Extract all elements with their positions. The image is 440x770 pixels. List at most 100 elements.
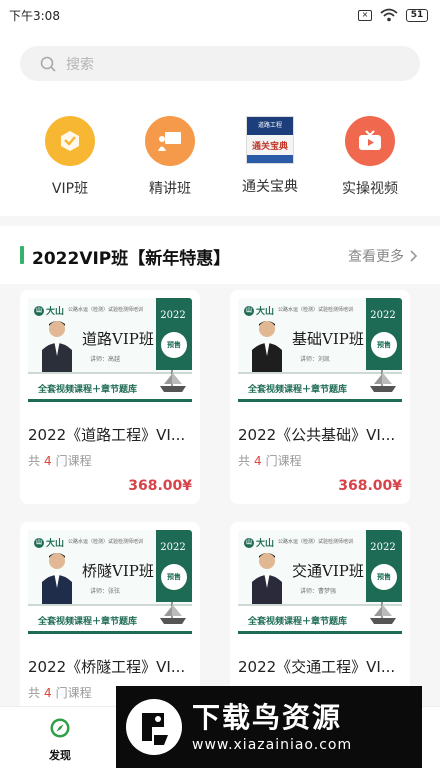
count-suffix: 门课程 [265, 454, 302, 468]
course-count: 共 4 门课程 [28, 684, 92, 701]
section-accent-bar [20, 246, 24, 264]
wifi-icon [380, 8, 398, 22]
banner-year: 2022 [160, 542, 186, 553]
status-time: 下午3:08 [9, 8, 60, 23]
ship-illustration [370, 370, 396, 392]
course-banner: 山大山 公路水运（检测）试验检测师培训 2022 预售 道路VIP班 讲师：高越… [28, 298, 192, 406]
brand-logo-mark: 山 [34, 537, 44, 548]
section-header: 2022VIP班【新年特惠】 查看更多 [0, 238, 440, 274]
banner-slogan: 全套视频课程＋章节题库 [248, 617, 348, 627]
teacher-photo [42, 321, 72, 372]
banner-strip: 全套视频课程＋章节题库 [28, 602, 192, 638]
teacher-photo [252, 553, 282, 604]
presale-badge: 预售 [161, 332, 187, 358]
search-placeholder: 搜索 [66, 56, 94, 73]
course-title: 2022《交通工程》VI... [238, 658, 396, 676]
section-title: 2022VIP班【新年特惠】 [32, 249, 231, 269]
presale-badge: 预售 [371, 564, 397, 590]
nav-vip-label: VIP班 [51, 181, 89, 197]
course-count: 共 4 门课程 [238, 452, 302, 469]
course-card[interactable]: 山大山 公路水运（检测）试验检测师培训 2022 预售 道路VIP班 讲师：高越… [20, 290, 200, 504]
chevron-right-icon [410, 250, 418, 262]
count-suffix: 门课程 [55, 454, 92, 468]
course-price: 368.00¥ [128, 478, 192, 494]
banner-title: 桥隧VIP班 [82, 562, 154, 580]
banner-slogan: 全套视频课程＋章节题库 [38, 617, 138, 627]
teacher-photo [252, 321, 282, 372]
video-play-icon [345, 116, 395, 166]
banner-title: 道路VIP班 [82, 330, 154, 348]
ship-illustration [370, 602, 396, 624]
count-prefix: 共 [238, 454, 251, 468]
watermark-texts: 下载鸟资源 www.xiazainiao.com [192, 701, 352, 753]
nav-intensive-class[interactable]: 精讲班 [120, 116, 220, 198]
nav-intensive-label: 精讲班 [149, 181, 191, 197]
status-bar: 下午3:08 × 51 [0, 0, 440, 30]
banner-teacher: 讲师：刘凯 [300, 356, 331, 363]
course-title: 2022《桥隧工程》VI... [28, 658, 186, 676]
banner-baseline [238, 399, 402, 402]
banner-title: 基础VIP班 [292, 330, 364, 348]
banner-subtitle: 公路水运（检测）试验检测师培训 [278, 539, 354, 545]
book-cover-top: 道路工程 [247, 117, 293, 135]
banner-strip: 全套视频课程＋章节题库 [28, 370, 192, 406]
course-card[interactable]: 山大山 公路水运（检测）试验检测师培训 2022 预售 基础VIP班 讲师：刘凯… [230, 290, 410, 504]
banner-baseline [28, 631, 192, 634]
course-title: 2022《道路工程》VI... [28, 426, 186, 444]
presale-badge: 预售 [371, 332, 397, 358]
vip-badge-icon [45, 116, 95, 166]
banner-subtitle: 公路水运（检测）试验检测师培训 [278, 307, 354, 313]
brand-logo-mark: 山 [244, 305, 254, 316]
watermark-title: 下载鸟资源 [192, 701, 343, 734]
teacher-board-icon [145, 116, 195, 166]
nav-practice-video[interactable]: 实操视频 [320, 116, 420, 198]
nav-guide-label: 通关宝典 [242, 179, 298, 195]
banner-slogan: 全套视频课程＋章节题库 [38, 385, 138, 395]
book-cover-strip [247, 155, 293, 163]
count-prefix: 共 [28, 686, 41, 700]
course-price: 368.00¥ [338, 478, 402, 494]
course-count: 共 4 门课程 [28, 452, 92, 469]
section-divider [0, 216, 440, 226]
watermark-url: www.xiazainiao.com [192, 737, 353, 753]
count-number: 4 [44, 454, 52, 468]
count-prefix: 共 [28, 454, 41, 468]
count-number: 4 [44, 686, 52, 700]
course-banner: 山大山 公路水运（检测）试验检测师培训 2022 预售 桥隧VIP班 讲师：张弦… [28, 530, 192, 638]
search-bar[interactable]: 搜索 [20, 46, 420, 81]
teacher-photo [42, 553, 72, 604]
status-icons: × 51 [358, 8, 428, 22]
banner-subtitle: 公路水运（检测）试验检测师培训 [68, 307, 144, 313]
banner-strip: 全套视频课程＋章节题库 [238, 602, 402, 638]
banner-subtitle: 公路水运（检测）试验检测师培训 [68, 539, 144, 545]
book-cover-icon: 道路工程 通关宝典 [246, 116, 294, 164]
see-more-label: 查看更多 [348, 249, 404, 265]
nav-vip-class[interactable]: VIP班 [20, 116, 120, 198]
book-cover-title: 通关宝典 [251, 142, 288, 152]
banner-baseline [28, 399, 192, 402]
banner-title: 交通VIP班 [292, 562, 364, 580]
course-banner: 山大山 公路水运（检测）试验检测师培训 2022 预售 交通VIP班 讲师：曹梦… [238, 530, 402, 638]
count-suffix: 门课程 [55, 686, 92, 700]
banner-strip: 全套视频课程＋章节题库 [238, 370, 402, 406]
brand-logo-mark: 山 [34, 305, 44, 316]
quick-nav: VIP班 精讲班 道路工程 通关宝典 通关宝典 实操视频 [0, 100, 440, 214]
presale-badge: 预售 [161, 564, 187, 590]
banner-teacher: 讲师：张弦 [90, 588, 121, 595]
course-banner: 山大山 公路水运（检测）试验检测师培训 2022 预售 基础VIP班 讲师：刘凯… [238, 298, 402, 406]
compass-icon [50, 718, 70, 738]
banner-baseline [238, 631, 402, 634]
nav-practice-label: 实操视频 [342, 181, 398, 197]
no-sim-icon: × [358, 9, 372, 21]
banner-teacher: 讲师：高越 [90, 356, 121, 363]
banner-teacher: 讲师：曹梦强 [300, 588, 337, 595]
see-more-link[interactable]: 查看更多 [348, 246, 418, 266]
banner-slogan: 全套视频课程＋章节题库 [248, 385, 348, 395]
brand-logo-mark: 山 [244, 537, 254, 548]
course-title: 2022《公共基础》VI... [238, 426, 396, 444]
banner-year: 2022 [160, 310, 186, 321]
ship-illustration [160, 370, 186, 392]
tab-discover[interactable]: 发现 [30, 717, 90, 763]
nav-guide-book[interactable]: 道路工程 通关宝典 通关宝典 [220, 116, 320, 196]
search-icon [40, 56, 56, 72]
